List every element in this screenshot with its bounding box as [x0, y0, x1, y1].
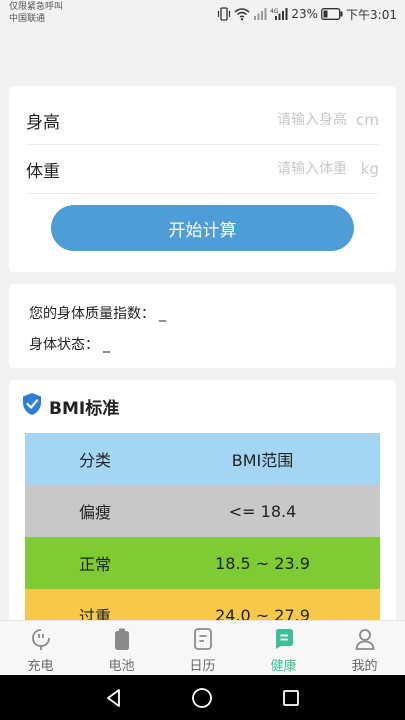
- height-label: 身高: [26, 112, 60, 133]
- tab-profile[interactable]: 我的: [324, 621, 405, 675]
- height-row: 身高 cm: [26, 96, 379, 145]
- health-icon: [272, 627, 296, 651]
- weight-unit: kg: [360, 160, 379, 178]
- status-indicators: 4G 23% 下午3:01: [217, 5, 397, 23]
- bmi-category: 正常: [79, 555, 112, 574]
- home-icon[interactable]: [182, 678, 222, 718]
- clock: 下午3:01: [346, 7, 397, 22]
- battery-icon: [110, 627, 134, 651]
- weight-label: 体重: [26, 161, 60, 182]
- tab-label: 健康: [270, 659, 297, 674]
- shield-check-icon: [21, 392, 43, 420]
- height-unit: cm: [356, 111, 379, 129]
- battery-percent: 23%: [291, 7, 319, 21]
- bmi-row-underweight: 偏瘦 <= 18.4: [25, 485, 380, 537]
- tab-label: 我的: [351, 659, 378, 674]
- bmi-result-value: _: [159, 306, 166, 322]
- category-header: 分类: [79, 451, 112, 470]
- bmi-standard-header: BMI标准: [21, 392, 119, 420]
- input-card: 身高 cm 体重 kg 开始计算: [9, 86, 396, 272]
- bottom-tab-bar: 充电 电池 日历 健康 我的: [0, 620, 405, 675]
- tab-label: 充电: [27, 659, 54, 674]
- calendar-icon: [191, 627, 215, 651]
- tab-calendar[interactable]: 日历: [162, 621, 243, 675]
- bmi-result-line: 您的身体质量指数： _: [29, 303, 166, 323]
- bmi-range: <= 18.4: [228, 501, 297, 521]
- vibrate-icon: [217, 7, 231, 21]
- bmi-row-normal: 正常 18.5 ~ 23.9: [25, 537, 380, 589]
- bmi-standard-table: 分类 BMI范围 偏瘦 <= 18.4 正常 18.5 ~ 23.9 过重 24…: [25, 433, 380, 630]
- body-state-value: _: [103, 337, 110, 353]
- carrier-emergency-text: 仅限紧急呼叫: [9, 2, 64, 12]
- bmi-table-header: 分类 BMI范围: [25, 433, 380, 485]
- wifi-icon: [234, 7, 250, 21]
- result-card: 您的身体质量指数： _ 身体状态： _: [9, 284, 396, 368]
- battery-icon: [321, 8, 343, 20]
- bmi-range: 18.5 ~ 23.9: [215, 553, 310, 573]
- recents-icon[interactable]: [271, 678, 311, 718]
- tab-battery[interactable]: 电池: [81, 621, 162, 675]
- bmi-standard-card: BMI标准 分类 BMI范围 偏瘦 <= 18.4 正常 18.5 ~ 23.9…: [9, 380, 396, 630]
- carrier-name: 中国联通: [9, 14, 46, 24]
- system-navigation-bar: [0, 675, 405, 720]
- body-state-line: 身体状态： _: [29, 334, 110, 354]
- back-icon[interactable]: [94, 678, 134, 718]
- range-header: BMI范围: [231, 451, 294, 470]
- user-icon: [353, 627, 377, 651]
- svg-text:4G: 4G: [270, 8, 279, 15]
- tab-label: 电池: [108, 659, 135, 674]
- cell-signal-icon: 4G: [270, 7, 288, 21]
- bmi-standard-title: BMI标准: [49, 398, 120, 419]
- status-bar: 仅限紧急呼叫 中国联通 4G 23% 下午3:01: [0, 0, 405, 30]
- bmi-category: 偏瘦: [79, 503, 112, 522]
- tab-health[interactable]: 健康: [243, 621, 324, 675]
- body-state-label: 身体状态：: [29, 337, 99, 353]
- bmi-result-label: 您的身体质量指数：: [29, 306, 155, 322]
- tab-charging[interactable]: 充电: [0, 621, 81, 675]
- start-calculation-button[interactable]: 开始计算: [51, 205, 354, 251]
- plug-icon: [29, 627, 53, 651]
- sim-no-signal-icon: [253, 7, 267, 21]
- tab-label: 日历: [189, 659, 216, 674]
- height-input[interactable]: [197, 112, 347, 128]
- weight-row: 体重 kg: [26, 145, 379, 194]
- weight-input[interactable]: [197, 161, 347, 177]
